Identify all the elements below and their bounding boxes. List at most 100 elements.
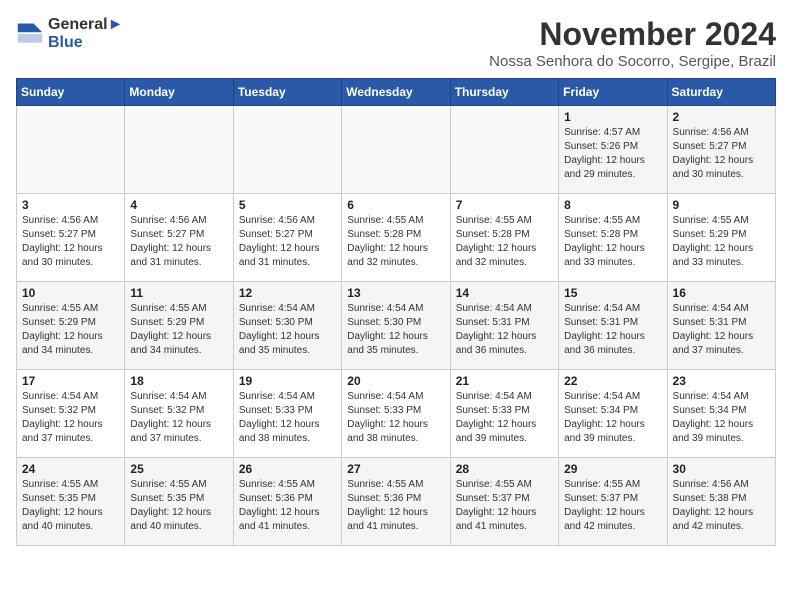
- calendar-cell: 20 Sunrise: 4:54 AM Sunset: 5:33 PM Dayli…: [342, 370, 450, 458]
- day-number: 30: [673, 462, 770, 476]
- day-info: Sunrise: 4:56 AM Sunset: 5:27 PM Dayligh…: [22, 214, 119, 270]
- logo-icon: [16, 20, 44, 48]
- calendar-week-row: 10 Sunrise: 4:55 AM Sunset: 5:29 PM Dayli…: [17, 282, 776, 370]
- day-info: Sunrise: 4:55 AM Sunset: 5:37 PM Dayligh…: [564, 478, 661, 534]
- calendar-cell: 17 Sunrise: 4:54 AM Sunset: 5:32 PM Dayli…: [17, 370, 125, 458]
- day-number: 24: [22, 462, 119, 476]
- day-number: 4: [130, 198, 227, 212]
- calendar-cell: 4 Sunrise: 4:56 AM Sunset: 5:27 PM Daylig…: [125, 194, 233, 282]
- calendar-cell: 14Sunrise: 4:54 AM Sunset: 5:31 PM Dayli…: [450, 282, 558, 370]
- day-number: 23: [673, 374, 770, 388]
- calendar-cell: 30 Sunrise: 4:56 AM Sunset: 5:38 PM Dayli…: [667, 458, 775, 546]
- day-info: Sunrise: 4:55 AM Sunset: 5:28 PM Dayligh…: [564, 214, 661, 270]
- day-number: 2: [673, 110, 770, 124]
- day-number: 26: [239, 462, 336, 476]
- calendar-cell: 3 Sunrise: 4:56 AM Sunset: 5:27 PM Daylig…: [17, 194, 125, 282]
- calendar-cell: 28Sunrise: 4:55 AM Sunset: 5:37 PM Dayli…: [450, 458, 558, 546]
- calendar-cell: 5 Sunrise: 4:56 AM Sunset: 5:27 PM Daylig…: [233, 194, 341, 282]
- day-number: 19: [239, 374, 336, 388]
- day-info: Sunrise: 4:54 AM Sunset: 5:33 PM Dayligh…: [347, 390, 444, 446]
- day-info: Sunrise: 4:54 AM Sunset: 5:32 PM Dayligh…: [130, 390, 227, 446]
- day-number: 7: [456, 198, 553, 212]
- day-info: Sunrise: 4:56 AM Sunset: 5:27 PM Dayligh…: [130, 214, 227, 270]
- day-number: 18: [130, 374, 227, 388]
- day-number: 11: [130, 286, 227, 300]
- weekday-header-saturday: Saturday: [667, 79, 775, 106]
- calendar-cell: 22 Sunrise: 4:54 AM Sunset: 5:34 PM Dayli…: [559, 370, 667, 458]
- calendar-cell: 19 Sunrise: 4:54 AM Sunset: 5:33 PM Dayli…: [233, 370, 341, 458]
- calendar-week-row: 24 Sunrise: 4:55 AM Sunset: 5:35 PM Dayli…: [17, 458, 776, 546]
- day-info: Sunrise: 4:54 AM Sunset: 5:31 PM Dayligh…: [564, 302, 661, 358]
- weekday-header-sunday: Sunday: [17, 79, 125, 106]
- day-number: 9: [673, 198, 770, 212]
- day-number: 6: [347, 198, 444, 212]
- day-number: 22: [564, 374, 661, 388]
- calendar-cell: 16Sunrise: 4:54 AM Sunset: 5:31 PM Dayli…: [667, 282, 775, 370]
- calendar-body: 1 Sunrise: 4:57 AM Sunset: 5:26 PM Daylig…: [17, 106, 776, 546]
- day-info: Sunrise: 4:57 AM Sunset: 5:26 PM Dayligh…: [564, 126, 661, 182]
- day-info: Sunrise: 4:56 AM Sunset: 5:27 PM Dayligh…: [239, 214, 336, 270]
- calendar-subtitle: Nossa Senhora do Socorro, Sergipe, Brazi…: [489, 53, 776, 70]
- calendar-cell: 15 Sunrise: 4:54 AM Sunset: 5:31 PM Dayli…: [559, 282, 667, 370]
- day-info: Sunrise: 4:54 AM Sunset: 5:30 PM Dayligh…: [239, 302, 336, 358]
- day-info: Sunrise: 4:54 AM Sunset: 5:34 PM Dayligh…: [564, 390, 661, 446]
- day-number: 3: [22, 198, 119, 212]
- calendar-cell: 11 Sunrise: 4:55 AM Sunset: 5:29 PM Dayli…: [125, 282, 233, 370]
- day-number: 20: [347, 374, 444, 388]
- day-number: 25: [130, 462, 227, 476]
- day-number: 10: [22, 286, 119, 300]
- day-info: Sunrise: 4:55 AM Sunset: 5:29 PM Dayligh…: [130, 302, 227, 358]
- day-info: Sunrise: 4:56 AM Sunset: 5:27 PM Dayligh…: [673, 126, 770, 182]
- calendar-table: SundayMondayTuesdayWednesdayThursdayFrid…: [16, 78, 776, 546]
- calendar-cell: 8 Sunrise: 4:55 AM Sunset: 5:28 PM Daylig…: [559, 194, 667, 282]
- calendar-cell: 26 Sunrise: 4:55 AM Sunset: 5:36 PM Dayli…: [233, 458, 341, 546]
- page-header: General► Blue November 2024 Nossa Senhor…: [16, 16, 776, 70]
- day-number: 27: [347, 462, 444, 476]
- calendar-cell: 29 Sunrise: 4:55 AM Sunset: 5:37 PM Dayli…: [559, 458, 667, 546]
- weekday-header-tuesday: Tuesday: [233, 79, 341, 106]
- day-number: 5: [239, 198, 336, 212]
- logo: General► Blue: [16, 16, 123, 52]
- calendar-cell: 10 Sunrise: 4:55 AM Sunset: 5:29 PM Dayli…: [17, 282, 125, 370]
- weekday-header-wednesday: Wednesday: [342, 79, 450, 106]
- day-number: 17: [22, 374, 119, 388]
- day-info: Sunrise: 4:55 AM Sunset: 5:28 PM Dayligh…: [347, 214, 444, 270]
- weekday-header-monday: Monday: [125, 79, 233, 106]
- day-info: Sunrise: 4:55 AM Sunset: 5:29 PM Dayligh…: [673, 214, 770, 270]
- weekday-header-thursday: Thursday: [450, 79, 558, 106]
- weekday-header-row: SundayMondayTuesdayWednesdayThursdayFrid…: [17, 79, 776, 106]
- day-info: Sunrise: 4:54 AM Sunset: 5:33 PM Dayligh…: [239, 390, 336, 446]
- day-number: 29: [564, 462, 661, 476]
- calendar-week-row: 3 Sunrise: 4:56 AM Sunset: 5:27 PM Daylig…: [17, 194, 776, 282]
- calendar-cell: [342, 106, 450, 194]
- day-info: Sunrise: 4:56 AM Sunset: 5:38 PM Dayligh…: [673, 478, 770, 534]
- calendar-cell: [233, 106, 341, 194]
- day-number: 13: [347, 286, 444, 300]
- day-info: Sunrise: 4:54 AM Sunset: 5:34 PM Dayligh…: [673, 390, 770, 446]
- day-number: 21: [456, 374, 553, 388]
- day-number: 15: [564, 286, 661, 300]
- calendar-cell: 7 Sunrise: 4:55 AM Sunset: 5:28 PM Daylig…: [450, 194, 558, 282]
- day-info: Sunrise: 4:55 AM Sunset: 5:28 PM Dayligh…: [456, 214, 553, 270]
- day-info: Sunrise: 4:54 AM Sunset: 5:30 PM Dayligh…: [347, 302, 444, 358]
- day-info: Sunrise: 4:55 AM Sunset: 5:29 PM Dayligh…: [22, 302, 119, 358]
- calendar-cell: 13 Sunrise: 4:54 AM Sunset: 5:30 PM Dayli…: [342, 282, 450, 370]
- logo-text: General► Blue: [48, 16, 123, 52]
- day-info: Sunrise: 4:55 AM Sunset: 5:35 PM Dayligh…: [22, 478, 119, 534]
- day-info: Sunrise: 4:55 AM Sunset: 5:37 PM Dayligh…: [456, 478, 553, 534]
- calendar-cell: 2 Sunrise: 4:56 AM Sunset: 5:27 PM Daylig…: [667, 106, 775, 194]
- calendar-cell: [125, 106, 233, 194]
- calendar-week-row: 17 Sunrise: 4:54 AM Sunset: 5:32 PM Dayli…: [17, 370, 776, 458]
- day-info: Sunrise: 4:55 AM Sunset: 5:35 PM Dayligh…: [130, 478, 227, 534]
- day-number: 12: [239, 286, 336, 300]
- calendar-cell: 1 Sunrise: 4:57 AM Sunset: 5:26 PM Daylig…: [559, 106, 667, 194]
- weekday-header-friday: Friday: [559, 79, 667, 106]
- day-number: 8: [564, 198, 661, 212]
- day-info: Sunrise: 4:54 AM Sunset: 5:32 PM Dayligh…: [22, 390, 119, 446]
- day-info: Sunrise: 4:54 AM Sunset: 5:31 PM Dayligh…: [673, 302, 770, 358]
- day-info: Sunrise: 4:55 AM Sunset: 5:36 PM Dayligh…: [239, 478, 336, 534]
- day-info: Sunrise: 4:55 AM Sunset: 5:36 PM Dayligh…: [347, 478, 444, 534]
- day-number: 1: [564, 110, 661, 124]
- calendar-cell: 25 Sunrise: 4:55 AM Sunset: 5:35 PM Dayli…: [125, 458, 233, 546]
- calendar-cell: 23 Sunrise: 4:54 AM Sunset: 5:34 PM Dayli…: [667, 370, 775, 458]
